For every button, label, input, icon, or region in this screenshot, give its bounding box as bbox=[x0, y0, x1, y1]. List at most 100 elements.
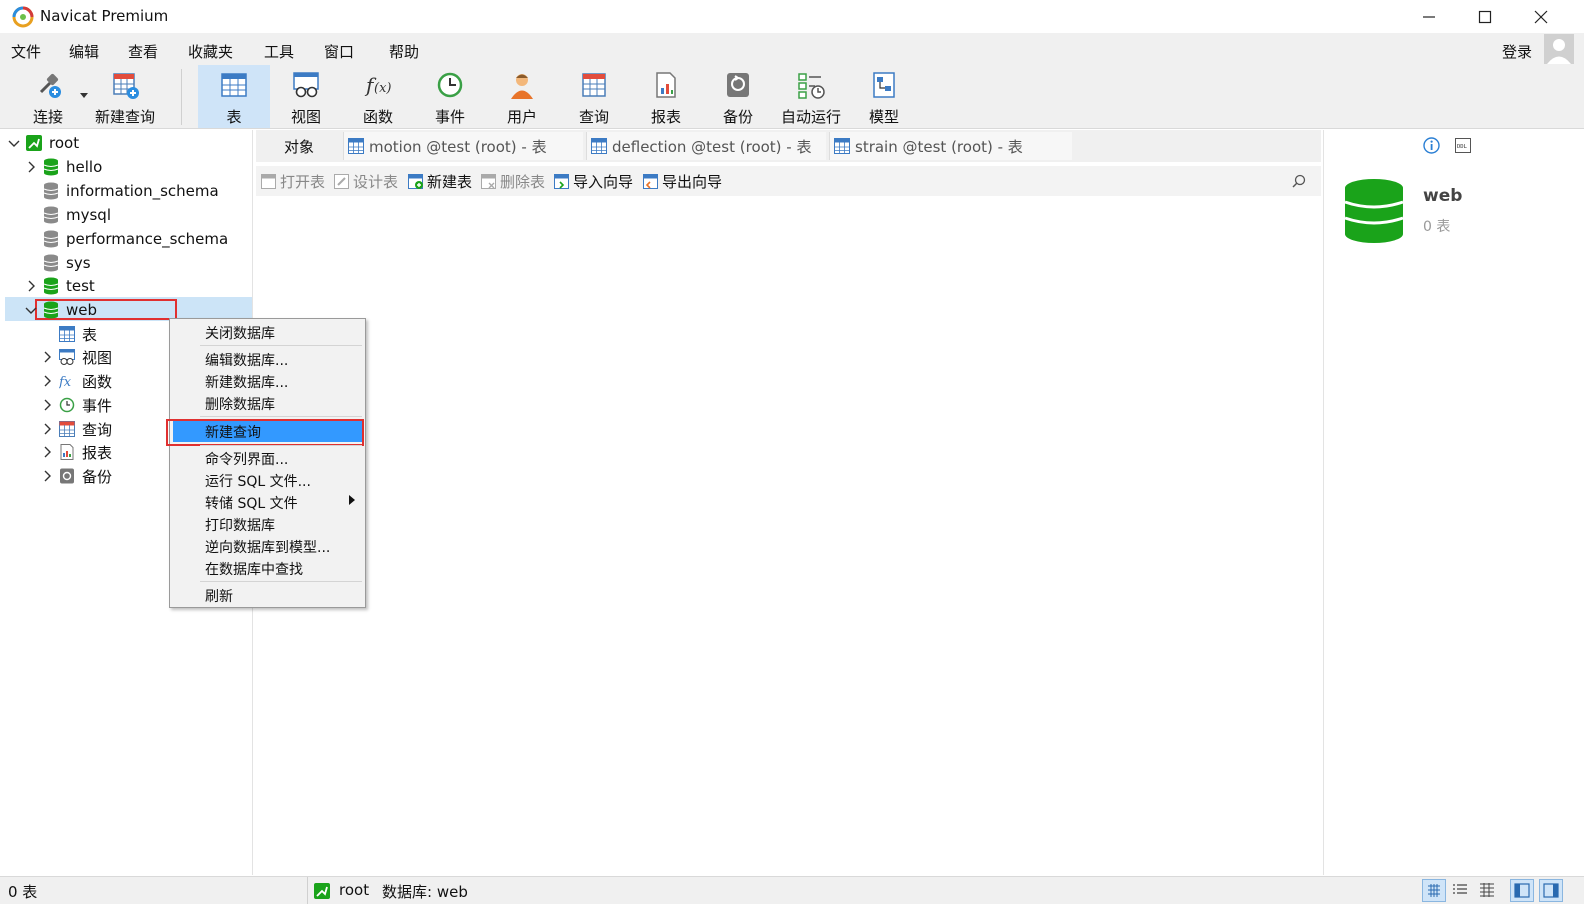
tree-db-test[interactable]: test bbox=[24, 274, 95, 298]
ctx-run-sql-file[interactable]: 运行 SQL 文件... bbox=[205, 471, 311, 491]
tree-db-web[interactable]: web bbox=[24, 298, 97, 322]
chevron-right-icon[interactable] bbox=[40, 469, 54, 483]
tree-web-events[interactable]: 事件 bbox=[40, 393, 112, 417]
maximize-button[interactable] bbox=[1457, 0, 1513, 33]
search-icon[interactable] bbox=[1292, 174, 1306, 188]
tab-motion[interactable]: motion @test (root) - 表 bbox=[343, 132, 583, 160]
table-icon bbox=[834, 138, 850, 154]
close-icon bbox=[1534, 10, 1548, 23]
chevron-right-icon[interactable] bbox=[40, 422, 54, 436]
ctx-print-database[interactable]: 打印数据库 bbox=[205, 515, 275, 535]
ctx-new-database[interactable]: 新建数据库... bbox=[205, 372, 288, 392]
login-link[interactable]: 登录 bbox=[1502, 41, 1532, 62]
avatar[interactable] bbox=[1544, 34, 1574, 64]
chevron-right-icon[interactable] bbox=[40, 350, 54, 364]
tree-db-performance-schema[interactable]: performance_schema bbox=[43, 227, 228, 251]
ctx-new-query[interactable]: 新建查询 bbox=[205, 422, 261, 442]
menu-tools[interactable]: 工具 bbox=[264, 41, 294, 62]
chevron-right-icon[interactable] bbox=[40, 398, 54, 412]
new-table-button[interactable]: 新建表 bbox=[408, 171, 472, 192]
tree-web-functions[interactable]: fx 函数 bbox=[40, 369, 112, 393]
chevron-right-icon[interactable] bbox=[24, 279, 38, 293]
menu-edit[interactable]: 编辑 bbox=[69, 41, 99, 62]
toolbar-connect-button[interactable]: 连接 bbox=[13, 65, 83, 128]
tree-db-information-schema[interactable]: information_schema bbox=[43, 179, 219, 203]
button-label: 新建表 bbox=[427, 173, 473, 191]
ctx-reverse-to-model[interactable]: 逆向数据库到模型... bbox=[205, 537, 330, 557]
tree-web-tables[interactable]: 表 bbox=[59, 322, 97, 346]
toolbar-automation-button[interactable]: 自动运行 bbox=[775, 65, 847, 128]
toolbar-new-query-button[interactable]: 新建查询 bbox=[90, 65, 160, 128]
toolbar-report-button[interactable]: 报表 bbox=[631, 65, 701, 128]
toolbar-label: 事件 bbox=[434, 108, 465, 126]
toolbar-backup-button[interactable]: 备份 bbox=[703, 65, 773, 128]
ctx-edit-database[interactable]: 编辑数据库... bbox=[205, 350, 288, 370]
toolbar-table-button[interactable]: 表 bbox=[198, 65, 270, 128]
ctx-find-in-database[interactable]: 在数据库中查找 bbox=[205, 559, 303, 579]
user-icon bbox=[511, 74, 533, 99]
import-icon bbox=[554, 174, 569, 189]
toolbar-label: 连接 bbox=[32, 108, 63, 126]
open-table-icon bbox=[261, 174, 276, 189]
tree-label: mysql bbox=[66, 206, 111, 224]
chevron-right-icon[interactable] bbox=[40, 445, 54, 459]
export-wizard-button[interactable]: 导出向导 bbox=[643, 171, 722, 192]
toolbar-view-button[interactable]: 视图 bbox=[271, 65, 341, 128]
toggle-right-pane-button[interactable] bbox=[1539, 879, 1563, 902]
chevron-right-icon[interactable] bbox=[40, 374, 54, 388]
view-icon bbox=[293, 72, 319, 98]
import-wizard-button[interactable]: 导入向导 bbox=[554, 171, 633, 192]
tree-web-backups[interactable]: 备份 bbox=[40, 464, 112, 488]
ctx-close-database[interactable]: 关闭数据库 bbox=[205, 323, 275, 343]
status-divider bbox=[307, 877, 308, 904]
menu-file[interactable]: 文件 bbox=[11, 41, 41, 62]
ctx-delete-database[interactable]: 删除数据库 bbox=[205, 394, 275, 414]
tree-db-mysql[interactable]: mysql bbox=[43, 203, 111, 227]
menu-help[interactable]: 帮助 bbox=[389, 41, 419, 62]
tree-connection-root[interactable]: root bbox=[7, 131, 79, 155]
ctx-refresh[interactable]: 刷新 bbox=[205, 586, 233, 606]
database-large-icon bbox=[1344, 179, 1404, 243]
tree-web-queries[interactable]: 查询 bbox=[40, 417, 112, 441]
list-view-button[interactable] bbox=[1449, 879, 1473, 902]
toolbar-query-button[interactable]: 查询 bbox=[559, 65, 629, 128]
tab-objects[interactable]: 对象 bbox=[256, 130, 342, 162]
tree-db-hello[interactable]: hello bbox=[24, 155, 102, 179]
menu-view[interactable]: 查看 bbox=[128, 41, 158, 62]
toolbar-function-button[interactable]: f (x) 函数 bbox=[343, 65, 413, 128]
database-closed-icon bbox=[43, 230, 59, 248]
grid-view-button[interactable] bbox=[1422, 879, 1446, 902]
menu-window[interactable]: 窗口 bbox=[324, 41, 354, 62]
toolbar-label: 查询 bbox=[578, 108, 609, 126]
tree-web-reports[interactable]: 报表 bbox=[40, 440, 112, 464]
status-database: 数据库: web bbox=[382, 883, 468, 901]
design-table-button[interactable]: 设计表 bbox=[334, 171, 398, 192]
menu-favorites[interactable]: 收藏夹 bbox=[188, 41, 233, 62]
chevron-down-icon[interactable] bbox=[7, 136, 21, 150]
toolbar-model-button[interactable]: 模型 bbox=[849, 65, 919, 128]
maximize-icon bbox=[1478, 10, 1492, 23]
chevron-right-icon[interactable] bbox=[24, 160, 38, 174]
tree-web-views[interactable]: 视图 bbox=[40, 345, 112, 369]
toolbar-event-button[interactable]: 事件 bbox=[415, 65, 485, 128]
tree-db-sys[interactable]: sys bbox=[43, 251, 91, 275]
toggle-left-pane-button[interactable] bbox=[1510, 879, 1534, 902]
ctx-command-line[interactable]: 命令列界面... bbox=[205, 449, 288, 469]
model-icon bbox=[873, 72, 895, 98]
connection-plug-icon bbox=[39, 73, 61, 98]
minimize-button[interactable] bbox=[1401, 0, 1457, 33]
tab-strain[interactable]: strain @test (root) - 表 bbox=[829, 132, 1072, 160]
toolbar-user-button[interactable]: 用户 bbox=[487, 65, 557, 128]
chevron-down-icon[interactable] bbox=[24, 303, 38, 317]
design-table-icon bbox=[334, 174, 349, 189]
ddl-icon[interactable]: DDL bbox=[1455, 138, 1471, 153]
tab-deflection[interactable]: deflection @test (root) - 表 bbox=[586, 132, 826, 160]
backup-icon bbox=[60, 468, 74, 484]
detail-view-button[interactable] bbox=[1476, 879, 1500, 902]
delete-table-button[interactable]: 删除表 bbox=[481, 171, 545, 192]
ctx-dump-sql-file[interactable]: 转储 SQL 文件 bbox=[205, 493, 298, 513]
close-button[interactable] bbox=[1513, 0, 1569, 33]
info-icon[interactable] bbox=[1423, 137, 1440, 154]
chevron-down-icon[interactable] bbox=[80, 93, 88, 99]
open-table-button[interactable]: 打开表 bbox=[261, 171, 325, 192]
